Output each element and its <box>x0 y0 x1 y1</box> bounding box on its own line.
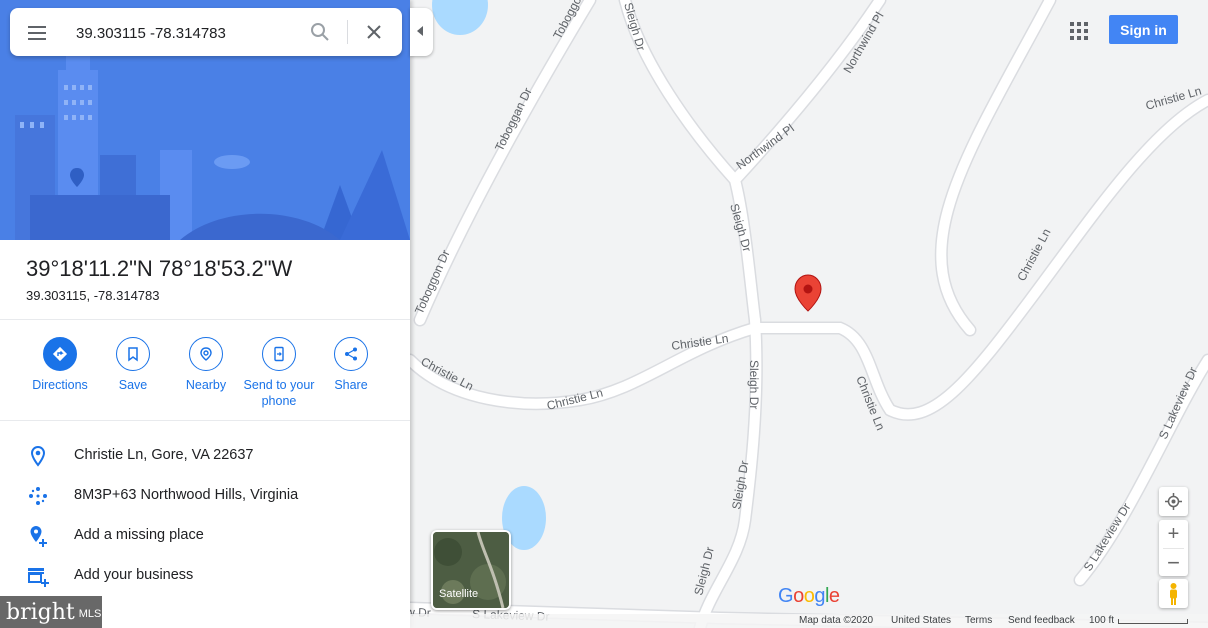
menu-icon[interactable] <box>26 22 50 42</box>
add-place-icon <box>26 524 50 548</box>
search-input[interactable] <box>74 20 298 46</box>
map-canvas[interactable]: Toboggon Dr Toboggan Dr Toboggon Dr Slei… <box>410 0 1208 628</box>
plus-code-row[interactable]: 8M3P+63 Northwood Hills, Virginia <box>0 476 410 516</box>
send-feedback-link[interactable]: Send feedback <box>1008 615 1075 626</box>
search-icon[interactable] <box>308 20 332 44</box>
plus-code-text: 8M3P+63 Northwood Hills, Virginia <box>74 487 299 503</box>
close-icon[interactable] <box>362 20 386 44</box>
location-pin-icon <box>26 444 50 468</box>
search-divider <box>347 20 348 44</box>
lake-top <box>432 0 488 35</box>
address-text: Christie Ln, Gore, VA 22637 <box>74 447 254 463</box>
phone-icon <box>262 337 296 371</box>
add-missing-place-text: Add a missing place <box>74 527 204 543</box>
side-panel: 39°18'11.2"N 78°18'53.2"W 39.303115, -78… <box>0 0 410 628</box>
zoom-controls: + − <box>1159 520 1188 576</box>
place-title: 39°18'11.2"N 78°18'53.2"W <box>26 256 293 281</box>
brightmls-watermark: bright MLS <box>0 596 102 628</box>
place-subtitle: 39.303115, -78.314783 <box>26 288 160 303</box>
add-missing-place-row[interactable]: Add a missing place <box>0 516 410 556</box>
map-data-attribution: Map data ©2020 <box>799 615 874 626</box>
chevron-left-icon <box>417 26 423 36</box>
road-label: Christie Ln <box>545 385 604 412</box>
divider <box>0 319 410 320</box>
pegman-icon <box>1170 583 1177 605</box>
zoom-out-button[interactable]: − <box>1159 549 1188 576</box>
share-label: Share <box>334 378 368 392</box>
scale-label[interactable]: 100 ft <box>1089 615 1114 626</box>
scale-bar <box>1118 619 1188 624</box>
collapse-panel-button[interactable] <box>410 8 433 56</box>
sign-in-button[interactable]: Sign in <box>1109 15 1178 44</box>
country-link[interactable]: United States <box>891 615 951 626</box>
road-label: Sleigh Dr <box>621 1 648 52</box>
share-icon <box>334 337 368 371</box>
add-business-row[interactable]: Add your business <box>0 556 410 596</box>
satellite-label: Satellite <box>439 588 479 600</box>
search-box <box>10 8 402 56</box>
location-pin-marker[interactable] <box>794 274 822 312</box>
road-label: Northwind Pl <box>734 121 797 172</box>
apps-grid-icon[interactable] <box>1068 20 1090 42</box>
street-view-pegman[interactable] <box>1159 579 1188 608</box>
map-footer: Map data ©2020 United States Terms Send … <box>410 614 1208 628</box>
divider <box>0 420 410 421</box>
add-business-icon <box>26 564 50 588</box>
watermark-suffix: MLS <box>78 608 102 620</box>
directions-icon <box>43 337 77 371</box>
add-business-text: Add your business <box>74 567 194 583</box>
bookmark-icon <box>116 337 150 371</box>
watermark-brand: bright <box>6 599 75 625</box>
road-label: S Lakeview Dr <box>1081 501 1134 574</box>
my-location-button[interactable] <box>1159 487 1188 516</box>
zoom-in-button[interactable]: + <box>1159 520 1188 548</box>
share-button[interactable]: Share <box>306 337 396 393</box>
plus-code-icon <box>26 484 50 508</box>
satellite-layer-toggle[interactable]: Satellite <box>431 530 511 610</box>
address-row[interactable]: Christie Ln, Gore, VA 22637 <box>0 436 410 476</box>
nearby-icon <box>189 337 223 371</box>
terms-link[interactable]: Terms <box>965 615 992 626</box>
road-label: Sleigh Dr <box>747 360 761 409</box>
road-label: S Lakeview Dr <box>1156 365 1200 441</box>
my-location-icon <box>1165 493 1182 510</box>
map-roads: Toboggon Dr Toboggan Dr Toboggon Dr Slei… <box>410 0 1208 628</box>
google-logo: Google <box>778 585 840 607</box>
